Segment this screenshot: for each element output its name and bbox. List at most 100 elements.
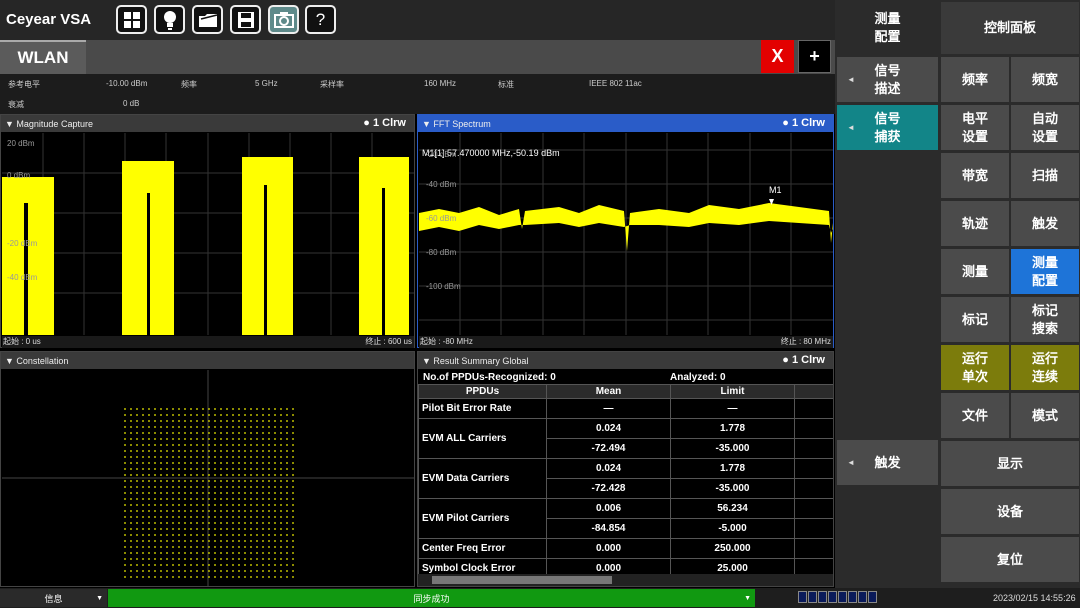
fft-trace-mode[interactable]: ● 1 Clrw (782, 117, 825, 129)
ppdu-recognized: No.of PPDUs-Recognized: 0 (423, 372, 556, 383)
fft-footer: 起始 : -80 MHz 终止 : 80 MHz (419, 336, 833, 348)
mag-stop: 终止 : 600 us (365, 337, 412, 346)
display-button[interactable]: 显示 (941, 441, 1079, 486)
save-icon[interactable] (230, 5, 261, 34)
fft-title: ▼ FFT Spectrum (422, 118, 491, 129)
constellation-header: ▼ Constellation (1, 352, 414, 369)
summary-trace-mode[interactable]: ● 1 Clrw (782, 354, 825, 366)
fft-ylabel-3: -80 dBm (426, 248, 457, 257)
left-arrow-icon: ◄ (847, 74, 855, 84)
header-limit: Limit (670, 384, 795, 399)
row-mean: 0.000 (546, 538, 671, 559)
mag-ylabel-1: 0 dBm (7, 171, 31, 180)
sample-rate-label: 采样率 (320, 80, 344, 89)
meas-config-button[interactable]: 测量 配置 (1011, 249, 1079, 294)
table-row: EVM ALL Carriers 0.024 1.778 (418, 418, 833, 459)
magnitude-capture-panel[interactable]: ▼ Magnitude Capture ● 1 Clrw 20 dBm 0 dBm… (0, 114, 415, 348)
lightbulb-icon[interactable] (154, 5, 185, 34)
run-continuous-button[interactable]: 运行 连续 (1011, 345, 1079, 390)
constellation-title: ▼ Constellation (5, 355, 69, 366)
left-arrow-icon: ◄ (847, 457, 855, 467)
marker-button[interactable]: 标记 (941, 297, 1009, 342)
constellation-plot (2, 370, 414, 586)
sweep-button[interactable]: 扫描 (1011, 153, 1079, 198)
fft-start: 起始 : -80 MHz (420, 337, 473, 346)
row-limit-db: -5.000 (670, 518, 795, 539)
info-dropdown[interactable]: 信息 ▼ (0, 589, 107, 607)
table-header-row: PPDUs Mean Limit (418, 384, 833, 399)
row-limit: 250.000 (670, 538, 795, 559)
dropdown-arrow-icon: ▼ (96, 594, 103, 602)
row-limit-db: -35.000 (670, 438, 795, 459)
row-mean: 0.024 (546, 458, 671, 479)
reset-button[interactable]: 复位 (941, 537, 1079, 582)
fft-ylabel-4: -100 dBm (426, 282, 461, 291)
fft-spectrum-panel[interactable]: ▼ FFT Spectrum ● 1 Clrw M1[1] 57.470000 M… (417, 114, 834, 348)
trace-button[interactable]: 轨迹 (941, 201, 1009, 246)
trace-mode-label[interactable]: ● 1 Clrw (363, 117, 406, 129)
marker-search-button[interactable]: 标记 搜索 (1011, 297, 1079, 342)
measure-button[interactable]: 测量 (941, 249, 1009, 294)
standard-value[interactable]: IEEE 802 11ac (589, 79, 642, 88)
fft-plot (419, 133, 833, 335)
row-name: EVM Pilot Carriers (418, 498, 547, 539)
table-row: Center Freq Error 0.000 250.000 (418, 538, 833, 559)
mode-button[interactable]: 模式 (1011, 393, 1079, 438)
trigger-button[interactable]: 触发 (1011, 201, 1079, 246)
constellation-panel[interactable]: ▼ Constellation (0, 351, 415, 587)
row-mean: — (546, 398, 671, 419)
fft-ylabel-0: -20 dBm (426, 150, 457, 159)
tab-wlan[interactable]: WLAN (0, 40, 86, 74)
level-button[interactable]: 电平 设置 (941, 105, 1009, 150)
signal-capture-button[interactable]: ◄ 信号 捕获 (837, 105, 938, 150)
status-message[interactable]: 同步成功 ▼ (108, 589, 755, 607)
freq-label: 频率 (181, 80, 197, 89)
device-button[interactable]: 设备 (941, 489, 1079, 534)
table-row: EVM Data Carriers 0.024 1.778 (418, 458, 833, 499)
meas-config-header[interactable]: 测量 配置 (837, 2, 938, 54)
file-button[interactable]: 文件 (941, 393, 1009, 438)
table-row: EVM Pilot Carriers 0.006 56.234 (418, 498, 833, 539)
header-ppdus: PPDUs (418, 384, 547, 399)
camera-icon[interactable] (268, 5, 299, 34)
magnitude-plot (2, 133, 414, 335)
control-panel-header[interactable]: 控制面板 (941, 2, 1079, 54)
magnitude-footer: 起始 : 0 us 终止 : 600 us (2, 336, 414, 348)
atten-value[interactable]: 0 dB (123, 99, 139, 108)
trigger-left-button[interactable]: ◄ 触发 (837, 440, 938, 485)
signal-desc-button[interactable]: ◄ 信号 描述 (837, 57, 938, 102)
row-mean-db: -72.494 (546, 438, 671, 459)
row-limit: 1.778 (670, 458, 795, 479)
marker-m1-label[interactable]: M1 (769, 185, 782, 195)
app-title: Ceyear VSA (6, 11, 92, 28)
freq-value[interactable]: 5 GHz (255, 79, 278, 88)
run-single-button[interactable]: 运行 单次 (941, 345, 1009, 390)
atten-label: 衰减 (8, 100, 24, 109)
freq-button[interactable]: 频率 (941, 57, 1009, 102)
help-icon[interactable]: ? (305, 5, 336, 34)
dropdown-arrow-icon: ▼ (744, 594, 751, 602)
bandwidth-button[interactable]: 带宽 (941, 153, 1009, 198)
row-name: EVM Data Carriers (418, 458, 547, 499)
summary-table: PPDUs Mean Limit Pilot Bit Error Rate — … (418, 384, 833, 579)
horizontal-scrollbar[interactable] (418, 574, 833, 586)
result-summary-panel[interactable]: ▼ Result Summary Global ● 1 Clrw No.of PP… (417, 351, 834, 587)
windows-icon[interactable] (116, 5, 147, 34)
close-tab-button[interactable]: X (761, 40, 794, 73)
mag-ylabel-0: 20 dBm (7, 139, 35, 148)
row-mean: 0.006 (546, 498, 671, 519)
scrollbar-thumb[interactable] (432, 576, 612, 584)
ref-level-value[interactable]: -10.00 dBm (106, 79, 147, 88)
row-limit: 1.778 (670, 418, 795, 439)
mag-ylabel-2: -20 dBm (7, 239, 38, 248)
add-tab-button[interactable]: + (798, 40, 831, 73)
span-button[interactable]: 频宽 (1011, 57, 1079, 102)
header-mean: Mean (546, 384, 671, 399)
auto-set-button[interactable]: 自动 设置 (1011, 105, 1079, 150)
summary-title: ▼ Result Summary Global (422, 355, 529, 366)
folder-icon[interactable] (192, 5, 223, 34)
sample-rate-value[interactable]: 160 MHz (424, 79, 456, 88)
datetime: 2023/02/15 14:55:26 (993, 593, 1076, 603)
row-name: Pilot Bit Error Rate (418, 398, 547, 419)
summary-header: ▼ Result Summary Global ● 1 Clrw (418, 352, 833, 369)
